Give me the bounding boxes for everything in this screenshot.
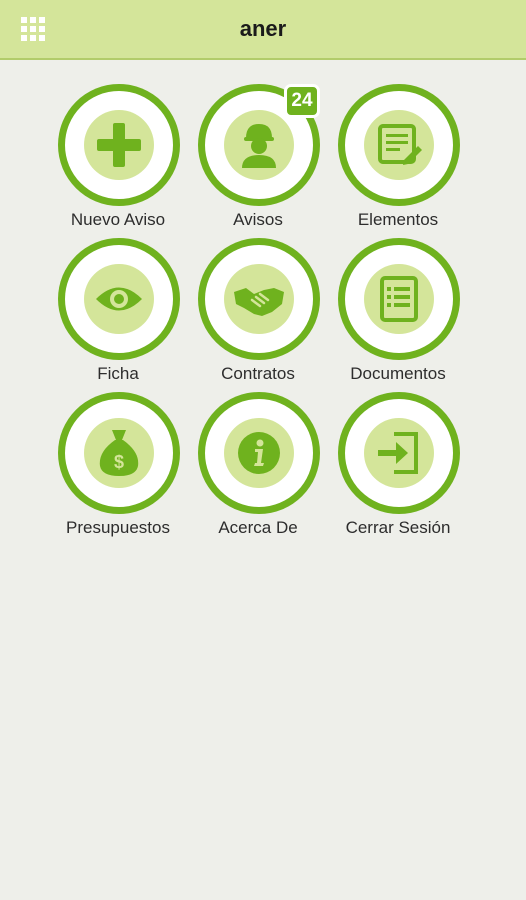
app-title: aner xyxy=(239,16,287,41)
notification-badge: 24 xyxy=(284,84,320,118)
tile-ring xyxy=(338,84,460,206)
tile-label: Contratos xyxy=(221,364,295,383)
document-icon xyxy=(380,276,418,322)
worker-icon xyxy=(242,124,276,168)
tile-ring xyxy=(58,238,180,360)
tile-label: Documentos xyxy=(350,364,446,383)
tile-label: Presupuestos xyxy=(66,518,170,537)
app-header: aner xyxy=(0,0,526,60)
svg-text:$: $ xyxy=(114,452,124,472)
handshake-icon xyxy=(234,288,284,316)
edit-list-icon xyxy=(378,124,422,165)
tile-label: Nuevo Aviso xyxy=(70,210,166,229)
info-icon xyxy=(238,432,280,474)
tile-ring xyxy=(338,392,460,514)
tile-documentos[interactable]: Documentos xyxy=(328,238,468,388)
tile-label: Cerrar Sesión xyxy=(345,518,451,537)
tile-label: Elementos xyxy=(357,210,439,229)
tile-ring xyxy=(338,238,460,360)
logout-icon xyxy=(378,432,418,474)
tile-contratos[interactable]: Contratos xyxy=(188,238,328,388)
tile-nuevo-aviso[interactable]: Nuevo Aviso xyxy=(48,84,188,234)
tile-avisos[interactable]: 24 Avisos xyxy=(188,84,328,234)
tile-cerrar-sesion[interactable]: Cerrar Sesión xyxy=(328,392,468,542)
tile-label: Acerca De xyxy=(218,518,298,537)
tile-elementos[interactable]: Elementos xyxy=(328,84,468,234)
tile-presupuestos[interactable]: $ Presupuestos xyxy=(48,392,188,542)
tile-label: Avisos xyxy=(233,210,283,229)
tile-ring xyxy=(198,238,320,360)
plus-icon xyxy=(97,123,141,167)
tile-ring xyxy=(58,84,180,206)
eye-icon xyxy=(96,287,142,311)
tile-ficha[interactable]: Ficha xyxy=(48,238,188,388)
tile-ring: $ xyxy=(58,392,180,514)
money-bag-icon: $ xyxy=(99,430,139,476)
tile-label: Ficha xyxy=(97,364,139,383)
tile-acerca-de[interactable]: Acerca De xyxy=(188,392,328,542)
tile-ring xyxy=(198,392,320,514)
